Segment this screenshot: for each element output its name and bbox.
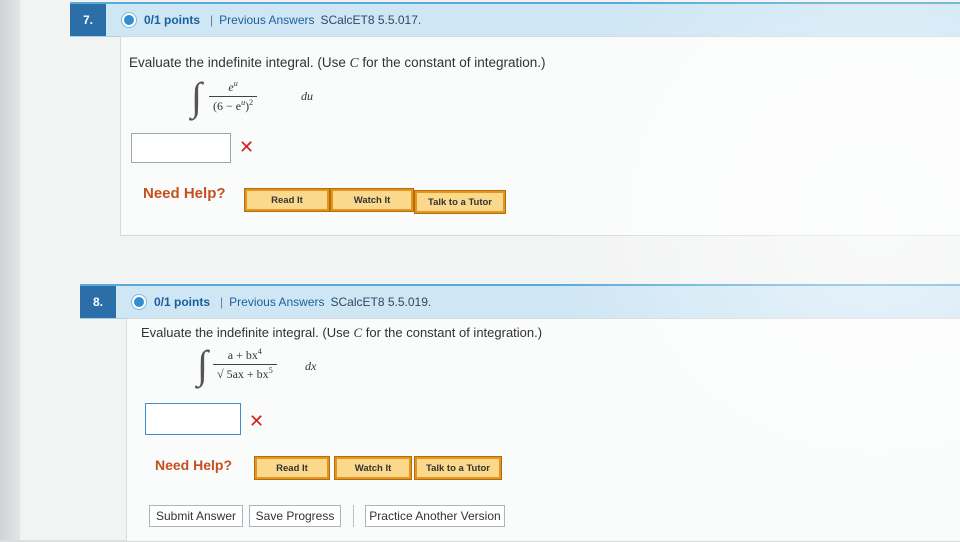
previous-answers-link[interactable]: Previous Answers	[219, 13, 314, 27]
need-help-label: Need Help?	[155, 457, 233, 473]
question-code: SCalcET8 5.5.019.	[330, 295, 432, 309]
integrand-numerator: eu	[228, 79, 238, 94]
header-separator: |	[210, 13, 214, 27]
answer-input[interactable]	[131, 133, 231, 163]
prompt-text: Evaluate the indefinite integral. (Use	[129, 55, 350, 70]
expand-dot-icon[interactable]	[122, 13, 136, 27]
integrand-denominator: (6 − eu)2	[213, 98, 254, 113]
points-label: 0/1 points	[144, 13, 201, 27]
points-label: 0/1 points	[154, 295, 211, 309]
question-7-body: Evaluate the indefinite integral. (Use C…	[120, 36, 960, 236]
differential: dx	[305, 359, 317, 373]
watch-it-button[interactable]: Watch It	[334, 456, 412, 480]
read-it-button[interactable]: Read It	[244, 188, 330, 212]
integrand-fraction: eu (6 − eu)2	[209, 79, 258, 114]
need-help-label: Need Help?	[143, 185, 226, 202]
prompt-text: Evaluate the indefinite integral. (Use	[141, 325, 354, 340]
integral-sign-icon: ∫	[197, 342, 208, 387]
submit-answer-button[interactable]: Submit Answer	[149, 505, 243, 527]
assignment-page: 7. 0/1 points | Previous Answers SCalcET…	[20, 0, 960, 542]
integral-expression: ∫ a + bx4 √ 5ax + bx5 dx	[197, 345, 397, 395]
read-it-button[interactable]: Read It	[254, 456, 330, 480]
question-8-header: 8. 0/1 points | Previous Answers SCalcET…	[80, 284, 960, 319]
integrand-fraction: a + bx4 √ 5ax + bx5	[213, 347, 277, 382]
prompt-variable: C	[353, 325, 363, 340]
integrand-numerator: a + bx4	[227, 347, 262, 362]
talk-to-tutor-button[interactable]: Talk to a Tutor	[414, 456, 502, 480]
question-code: SCalcET8 5.5.017.	[320, 13, 422, 27]
question-number: 8.	[80, 286, 116, 318]
question-number: 7.	[70, 4, 106, 36]
previous-answers-link[interactable]: Previous Answers	[229, 295, 324, 309]
prompt-variable: C	[349, 55, 359, 70]
watch-it-button[interactable]: Watch It	[330, 188, 414, 212]
practice-another-version-button[interactable]: Practice Another Version	[365, 505, 505, 527]
prompt-text-tail: for the constant of integration.)	[362, 325, 543, 340]
question-prompt: Evaluate the indefinite integral. (Use C…	[129, 55, 546, 71]
talk-to-tutor-button[interactable]: Talk to a Tutor	[414, 190, 506, 214]
incorrect-mark-icon: ✕	[249, 411, 265, 431]
expand-dot-icon[interactable]	[132, 295, 146, 309]
integral-sign-icon: ∫	[191, 74, 202, 119]
question-7-header: 7. 0/1 points | Previous Answers SCalcET…	[70, 2, 960, 37]
incorrect-mark-icon: ✕	[239, 137, 255, 157]
prompt-text-tail: for the constant of integration.)	[358, 55, 546, 70]
integral-expression: ∫ eu (6 − eu)2 du	[191, 77, 391, 127]
answer-input[interactable]	[145, 403, 241, 435]
question-prompt: Evaluate the indefinite integral. (Use C…	[141, 325, 542, 341]
footer-divider	[353, 505, 354, 527]
header-separator: |	[220, 295, 224, 309]
monitor-bezel-edge	[0, 0, 22, 540]
question-8-body: Evaluate the indefinite integral. (Use C…	[126, 318, 960, 542]
save-progress-button[interactable]: Save Progress	[249, 505, 341, 527]
integrand-denominator: √ 5ax + bx5	[217, 366, 273, 381]
differential: du	[301, 89, 313, 103]
